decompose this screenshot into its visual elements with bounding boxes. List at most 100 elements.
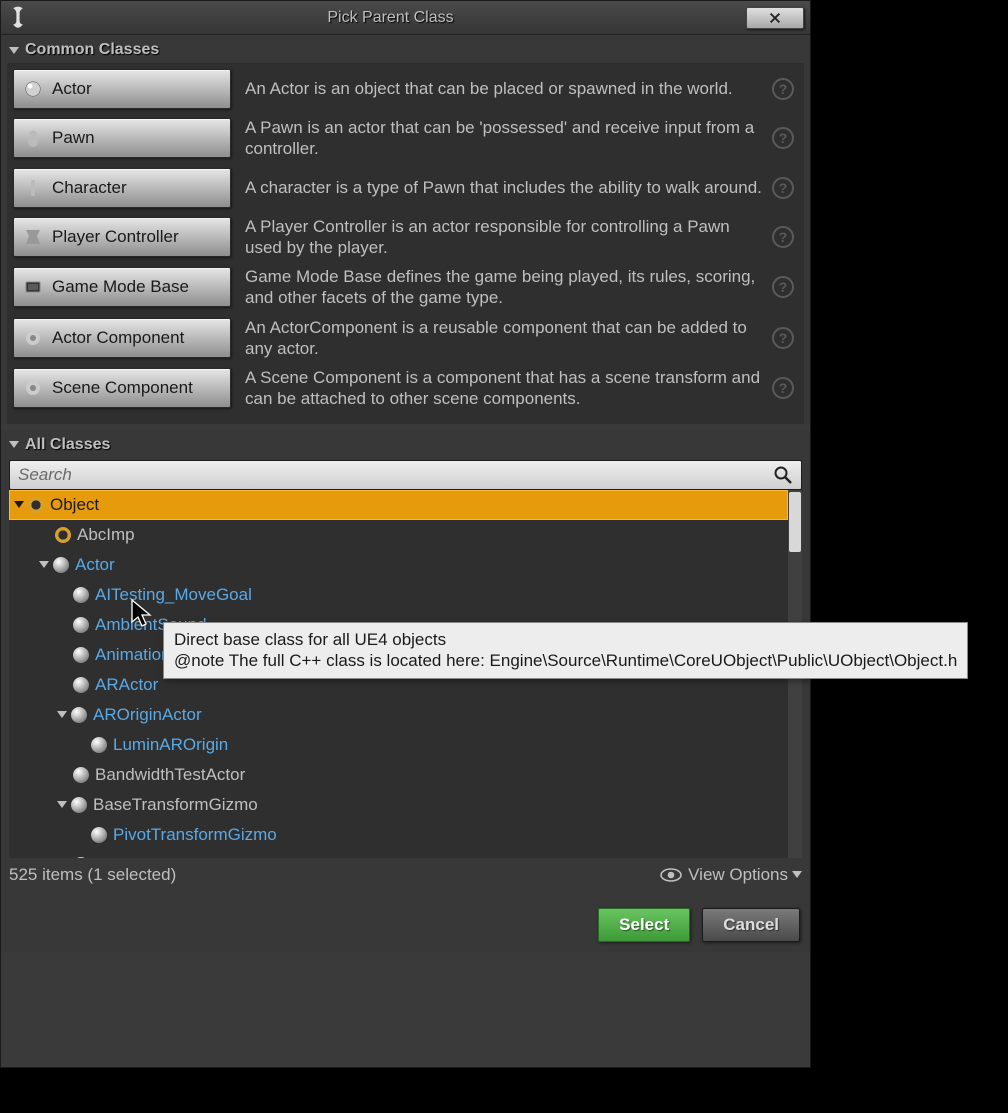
expand-icon: [9, 441, 19, 448]
tree-item-label: LuminAROrigin: [113, 735, 228, 755]
close-button[interactable]: [746, 7, 804, 29]
class-description: A Player Controller is an actor responsi…: [231, 216, 772, 259]
select-button[interactable]: Select: [598, 908, 690, 942]
all-classes-header[interactable]: All Classes: [1, 430, 810, 458]
window-title: Pick Parent Class: [35, 9, 746, 27]
common-class-row: Scene Component A Scene Component is a co…: [13, 367, 798, 410]
common-class-row: Pawn A Pawn is an actor that can be 'poss…: [13, 117, 798, 160]
class-label: Actor: [52, 79, 92, 99]
tree-item-basetransformgizmo[interactable]: BaseTransformGizmo: [9, 790, 788, 820]
class-bullet-icon: [91, 737, 107, 753]
class-description: A character is a type of Pawn that inclu…: [231, 177, 772, 198]
class-description: A Scene Component is a component that ha…: [231, 367, 772, 410]
tree-item-label: AITesting_MoveGoal: [95, 585, 252, 605]
help-icon[interactable]: ?: [772, 327, 794, 349]
tree-item-label: Blueprint_CeilingLight: [95, 855, 260, 858]
tooltip: Direct base class for all UE4 objects @n…: [163, 622, 968, 679]
help-icon[interactable]: ?: [772, 377, 794, 399]
expand-spacer: [57, 769, 69, 781]
expand-icon[interactable]: [57, 801, 67, 808]
cancel-button[interactable]: Cancel: [702, 908, 800, 942]
class-icon: [22, 226, 44, 248]
expand-icon[interactable]: [57, 711, 67, 718]
pick-parent-class-dialog: Pick Parent Class Common Classes Actor An…: [0, 0, 811, 1068]
help-icon[interactable]: ?: [772, 276, 794, 298]
tree-item-aroriginactor[interactable]: AROriginActor: [9, 700, 788, 730]
class-bullet-icon: [71, 797, 87, 813]
class-icon: [22, 377, 44, 399]
view-options-label[interactable]: View Options: [688, 865, 788, 885]
tree-item-bandwidthtestactor[interactable]: BandwidthTestActor: [9, 760, 788, 790]
class-label: Pawn: [52, 128, 95, 148]
class-label: Player Controller: [52, 227, 179, 247]
class-bullet-icon: [73, 857, 89, 858]
class-bullet-icon: [73, 647, 89, 663]
class-button-actor component[interactable]: Actor Component: [13, 318, 231, 358]
expand-spacer: [57, 679, 69, 691]
class-button-character[interactable]: Character: [13, 168, 231, 208]
expand-icon[interactable]: [14, 501, 24, 508]
common-class-row: Actor An Actor is an object that can be p…: [13, 69, 798, 109]
expand-icon[interactable]: [39, 561, 49, 568]
section-label: Common Classes: [25, 41, 159, 59]
search-icon: [773, 465, 793, 485]
expand-spacer: [39, 529, 51, 541]
status-bar: 525 items (1 selected) View Options: [9, 858, 802, 892]
class-bullet-icon: [55, 527, 71, 543]
tree-item-label: BandwidthTestActor: [95, 765, 245, 785]
help-icon[interactable]: ?: [772, 127, 794, 149]
help-icon[interactable]: ?: [772, 78, 794, 100]
expand-spacer: [75, 739, 87, 751]
help-icon[interactable]: ?: [772, 177, 794, 199]
expand-spacer: [75, 829, 87, 841]
class-button-player controller[interactable]: Player Controller: [13, 217, 231, 257]
common-classes-header[interactable]: Common Classes: [1, 35, 810, 63]
unreal-logo-icon: [1, 1, 35, 35]
class-bullet-icon: [91, 827, 107, 843]
class-description: An ActorComponent is a reusable componen…: [231, 317, 772, 360]
tree-item-blueprint_ceilinglight[interactable]: Blueprint_CeilingLight: [9, 850, 788, 858]
common-class-row: Player Controller A Player Controller is …: [13, 216, 798, 259]
class-button-actor[interactable]: Actor: [13, 69, 231, 109]
class-label: Character: [52, 178, 127, 198]
titlebar: Pick Parent Class: [1, 1, 810, 35]
tree-item-aitesting_movegoal[interactable]: AITesting_MoveGoal: [9, 580, 788, 610]
search-input[interactable]: [18, 465, 773, 485]
expand-icon: [9, 47, 19, 54]
class-description: A Pawn is an actor that can be 'possesse…: [231, 117, 772, 160]
chevron-down-icon: [792, 871, 802, 878]
common-class-row: Game Mode Base Game Mode Base defines the…: [13, 266, 798, 309]
class-icon: [22, 78, 44, 100]
common-class-row: Character A character is a type of Pawn t…: [13, 168, 798, 208]
class-button-pawn[interactable]: Pawn: [13, 118, 231, 158]
class-description: Game Mode Base defines the game being pl…: [231, 266, 772, 309]
item-count: 525 items (1 selected): [9, 865, 176, 885]
class-description: An Actor is an object that can be placed…: [231, 78, 772, 99]
help-icon[interactable]: ?: [772, 226, 794, 248]
expand-spacer: [57, 649, 69, 661]
class-icon: [22, 276, 44, 298]
tree-item-label: Object: [50, 495, 99, 515]
class-bullet-icon: [73, 767, 89, 783]
search-field[interactable]: [9, 460, 802, 490]
scrollbar-thumb[interactable]: [789, 492, 801, 552]
tree-item-actor[interactable]: Actor: [9, 550, 788, 580]
class-label: Scene Component: [52, 378, 193, 398]
class-bullet-icon: [73, 617, 89, 633]
tree-item-luminarorigin[interactable]: LuminAROrigin: [9, 730, 788, 760]
section-label: All Classes: [25, 436, 110, 454]
class-label: Game Mode Base: [52, 277, 189, 297]
class-bullet-icon: [73, 587, 89, 603]
class-button-game mode base[interactable]: Game Mode Base: [13, 267, 231, 307]
tree-item-label: AROriginActor: [93, 705, 202, 725]
tree-item-object[interactable]: Object: [9, 490, 788, 520]
class-button-scene component[interactable]: Scene Component: [13, 368, 231, 408]
tree-item-pivottransformgizmo[interactable]: PivotTransformGizmo: [9, 820, 788, 850]
common-classes-section: Common Classes Actor An Actor is an objec…: [1, 35, 810, 424]
dialog-buttons: Select Cancel: [1, 892, 810, 952]
tree-item-abcimp[interactable]: AbcImp: [9, 520, 788, 550]
eye-icon: [660, 868, 682, 882]
tree-item-label: Actor: [75, 555, 115, 575]
tooltip-line: @note The full C++ class is located here…: [174, 650, 957, 671]
class-bullet-icon: [71, 707, 87, 723]
